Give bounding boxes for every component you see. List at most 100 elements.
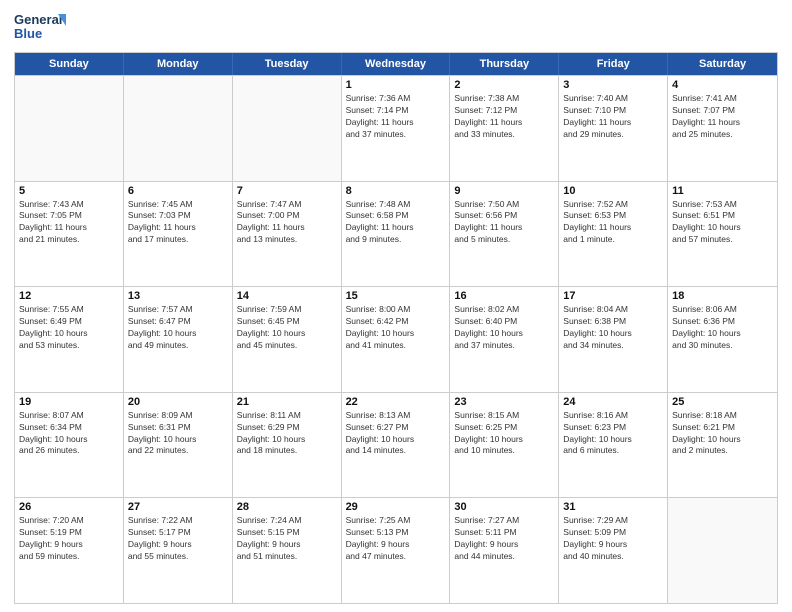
calendar-cell: 22 Sunrise: 8:13 AM Sunset: 6:27 PM Dayli…: [342, 393, 451, 498]
calendar-cell: 2Sunrise: 7:38 AM Sunset: 7:12 PM Daylig…: [450, 76, 559, 181]
cell-info: Sunrise: 8:15 AM Sunset: 6:25 PM Dayligh…: [454, 410, 554, 458]
day-header-tuesday: Tuesday: [233, 53, 342, 75]
cell-info: Sunrise: 8:18 AM Sunset: 6:21 PM Dayligh…: [672, 410, 773, 458]
cell-day-number: 8: [346, 185, 446, 197]
cell-day-number: 30: [454, 501, 554, 513]
day-header-friday: Friday: [559, 53, 668, 75]
cell-info: Sunrise: 7:45 AM Sunset: 7:03 PM Dayligh…: [128, 199, 228, 247]
calendar-cell: 4 Sunrise: 7:41 AM Sunset: 7:07 PM Daylig…: [668, 76, 777, 181]
cell-day-number: 31: [563, 501, 663, 513]
cell-day-number: 4: [672, 79, 773, 91]
cell-day-number: 18: [672, 290, 773, 302]
cell-day-number: 17: [563, 290, 663, 302]
cell-info: Sunrise: 7:40 AM Sunset: 7:10 PM Dayligh…: [563, 93, 663, 141]
calendar-cell: 14 Sunrise: 7:59 AM Sunset: 6:45 PM Dayli…: [233, 287, 342, 392]
calendar-cell: 31 Sunrise: 7:29 AM Sunset: 5:09 PM Dayli…: [559, 498, 668, 603]
calendar-cell: 30 Sunrise: 7:27 AM Sunset: 5:11 PM Dayli…: [450, 498, 559, 603]
calendar-cell: 9 Sunrise: 7:50 AM Sunset: 6:56 PM Daylig…: [450, 182, 559, 287]
cell-day-number: 6: [128, 185, 228, 197]
cell-day-number: 23: [454, 396, 554, 408]
cell-day-number: 9: [454, 185, 554, 197]
calendar: SundayMondayTuesdayWednesdayThursdayFrid…: [14, 52, 778, 604]
cell-day-number: 10: [563, 185, 663, 197]
calendar-page: General Blue SundayMondayTuesdayWednesda…: [0, 0, 792, 612]
calendar-cell: [233, 76, 342, 181]
cell-info: Sunrise: 8:09 AM Sunset: 6:31 PM Dayligh…: [128, 410, 228, 458]
cell-day-number: 11: [672, 185, 773, 197]
calendar-cell: 16Sunrise: 8:02 AM Sunset: 6:40 PM Dayli…: [450, 287, 559, 392]
cell-info: Sunrise: 7:41 AM Sunset: 7:07 PM Dayligh…: [672, 93, 773, 141]
calendar-cell: 27Sunrise: 7:22 AM Sunset: 5:17 PM Dayli…: [124, 498, 233, 603]
calendar-cell: 6 Sunrise: 7:45 AM Sunset: 7:03 PM Daylig…: [124, 182, 233, 287]
calendar-cell: [15, 76, 124, 181]
calendar-week-5: 26 Sunrise: 7:20 AM Sunset: 5:19 PM Dayli…: [15, 497, 777, 603]
cell-info: Sunrise: 8:16 AM Sunset: 6:23 PM Dayligh…: [563, 410, 663, 458]
calendar-cell: 17 Sunrise: 8:04 AM Sunset: 6:38 PM Dayli…: [559, 287, 668, 392]
cell-info: Sunrise: 8:04 AM Sunset: 6:38 PM Dayligh…: [563, 304, 663, 352]
svg-text:General: General: [14, 12, 62, 27]
cell-info: Sunrise: 7:50 AM Sunset: 6:56 PM Dayligh…: [454, 199, 554, 247]
day-header-sunday: Sunday: [15, 53, 124, 75]
cell-day-number: 1: [346, 79, 446, 91]
calendar-cell: [124, 76, 233, 181]
cell-info: Sunrise: 7:43 AM Sunset: 7:05 PM Dayligh…: [19, 199, 119, 247]
cell-info: Sunrise: 8:06 AM Sunset: 6:36 PM Dayligh…: [672, 304, 773, 352]
cell-day-number: 26: [19, 501, 119, 513]
cell-day-number: 14: [237, 290, 337, 302]
cell-info: Sunrise: 8:13 AM Sunset: 6:27 PM Dayligh…: [346, 410, 446, 458]
calendar-week-3: 12 Sunrise: 7:55 AM Sunset: 6:49 PM Dayli…: [15, 286, 777, 392]
cell-day-number: 15: [346, 290, 446, 302]
cell-info: Sunrise: 7:48 AM Sunset: 6:58 PM Dayligh…: [346, 199, 446, 247]
cell-info: Sunrise: 7:29 AM Sunset: 5:09 PM Dayligh…: [563, 515, 663, 563]
cell-day-number: 19: [19, 396, 119, 408]
cell-info: Sunrise: 7:59 AM Sunset: 6:45 PM Dayligh…: [237, 304, 337, 352]
calendar-cell: 8 Sunrise: 7:48 AM Sunset: 6:58 PM Daylig…: [342, 182, 451, 287]
cell-day-number: 16: [454, 290, 554, 302]
calendar-cell: 18 Sunrise: 8:06 AM Sunset: 6:36 PM Dayli…: [668, 287, 777, 392]
calendar-cell: 20 Sunrise: 8:09 AM Sunset: 6:31 PM Dayli…: [124, 393, 233, 498]
calendar-cell: [668, 498, 777, 603]
cell-info: Sunrise: 7:57 AM Sunset: 6:47 PM Dayligh…: [128, 304, 228, 352]
calendar-cell: 23 Sunrise: 8:15 AM Sunset: 6:25 PM Dayli…: [450, 393, 559, 498]
calendar-week-2: 5 Sunrise: 7:43 AM Sunset: 7:05 PM Daylig…: [15, 181, 777, 287]
cell-day-number: 13: [128, 290, 228, 302]
calendar-cell: 3 Sunrise: 7:40 AM Sunset: 7:10 PM Daylig…: [559, 76, 668, 181]
cell-info: Sunrise: 7:27 AM Sunset: 5:11 PM Dayligh…: [454, 515, 554, 563]
cell-day-number: 21: [237, 396, 337, 408]
calendar-week-4: 19 Sunrise: 8:07 AM Sunset: 6:34 PM Dayli…: [15, 392, 777, 498]
calendar-body: 1 Sunrise: 7:36 AM Sunset: 7:14 PM Daylig…: [15, 75, 777, 603]
calendar-cell: 12 Sunrise: 7:55 AM Sunset: 6:49 PM Dayli…: [15, 287, 124, 392]
day-header-wednesday: Wednesday: [342, 53, 451, 75]
cell-day-number: 29: [346, 501, 446, 513]
calendar-cell: 21 Sunrise: 8:11 AM Sunset: 6:29 PM Dayli…: [233, 393, 342, 498]
calendar-cell: 13 Sunrise: 7:57 AM Sunset: 6:47 PM Dayli…: [124, 287, 233, 392]
cell-day-number: 12: [19, 290, 119, 302]
logo: General Blue: [14, 10, 66, 46]
cell-info: Sunrise: 7:36 AM Sunset: 7:14 PM Dayligh…: [346, 93, 446, 141]
cell-day-number: 25: [672, 396, 773, 408]
cell-info: Sunrise: 7:25 AM Sunset: 5:13 PM Dayligh…: [346, 515, 446, 563]
cell-day-number: 7: [237, 185, 337, 197]
cell-info: Sunrise: 8:07 AM Sunset: 6:34 PM Dayligh…: [19, 410, 119, 458]
cell-day-number: 24: [563, 396, 663, 408]
calendar-cell: 26 Sunrise: 7:20 AM Sunset: 5:19 PM Dayli…: [15, 498, 124, 603]
calendar-cell: 1 Sunrise: 7:36 AM Sunset: 7:14 PM Daylig…: [342, 76, 451, 181]
calendar-cell: 28Sunrise: 7:24 AM Sunset: 5:15 PM Dayli…: [233, 498, 342, 603]
cell-info: Sunrise: 7:52 AM Sunset: 6:53 PM Dayligh…: [563, 199, 663, 247]
cell-day-number: 3: [563, 79, 663, 91]
cell-info: Sunrise: 7:22 AM Sunset: 5:17 PM Dayligh…: [128, 515, 228, 563]
calendar-header: SundayMondayTuesdayWednesdayThursdayFrid…: [15, 53, 777, 75]
cell-info: Sunrise: 7:55 AM Sunset: 6:49 PM Dayligh…: [19, 304, 119, 352]
cell-info: Sunrise: 7:53 AM Sunset: 6:51 PM Dayligh…: [672, 199, 773, 247]
cell-day-number: 5: [19, 185, 119, 197]
cell-day-number: 22: [346, 396, 446, 408]
calendar-cell: 7Sunrise: 7:47 AM Sunset: 7:00 PM Daylig…: [233, 182, 342, 287]
calendar-cell: 15Sunrise: 8:00 AM Sunset: 6:42 PM Dayli…: [342, 287, 451, 392]
calendar-cell: 19 Sunrise: 8:07 AM Sunset: 6:34 PM Dayli…: [15, 393, 124, 498]
cell-day-number: 20: [128, 396, 228, 408]
cell-info: Sunrise: 7:24 AM Sunset: 5:15 PM Dayligh…: [237, 515, 337, 563]
calendar-cell: 10 Sunrise: 7:52 AM Sunset: 6:53 PM Dayli…: [559, 182, 668, 287]
cell-info: Sunrise: 7:20 AM Sunset: 5:19 PM Dayligh…: [19, 515, 119, 563]
cell-info: Sunrise: 8:11 AM Sunset: 6:29 PM Dayligh…: [237, 410, 337, 458]
calendar-cell: 24 Sunrise: 8:16 AM Sunset: 6:23 PM Dayli…: [559, 393, 668, 498]
